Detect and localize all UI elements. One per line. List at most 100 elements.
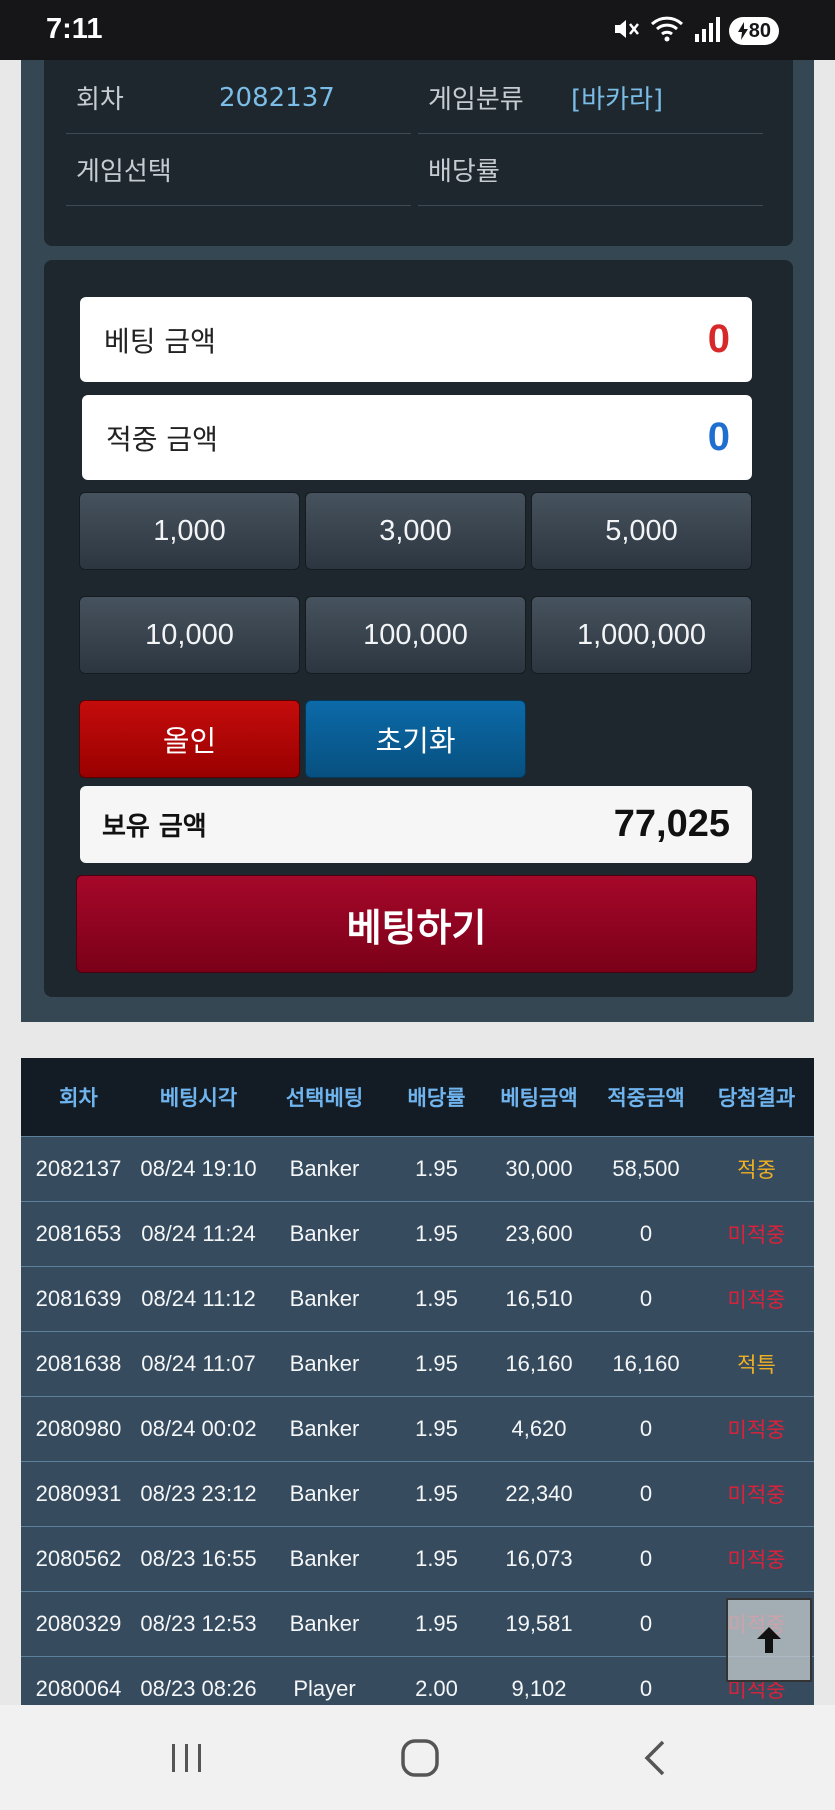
bet-amount-value: 0: [707, 317, 730, 361]
column-header: 베팅금액: [500, 1086, 578, 1110]
table-cell: 58,500: [612, 1156, 680, 1181]
table-cell: Banker: [289, 1546, 360, 1571]
table-cell: 1.95: [415, 1286, 458, 1311]
table-cell: 0: [639, 1286, 653, 1311]
table-cell: 미적중: [727, 1548, 786, 1572]
table-cell: 2.00: [415, 1676, 458, 1701]
round-label: 회차: [76, 85, 124, 115]
column-header: 배당률: [407, 1086, 466, 1110]
table-cell: 1.95: [415, 1611, 458, 1636]
table-cell: 1.95: [415, 1221, 458, 1246]
table-cell: 08/24 19:10: [140, 1156, 257, 1181]
table-cell: 08/23 08:26: [140, 1676, 257, 1701]
category-row: 게임분류 [바카라]: [418, 62, 763, 134]
chip-3000-button[interactable]: 3,000: [305, 492, 526, 570]
table-cell: 9,102: [511, 1676, 567, 1701]
table-cell: 1.95: [415, 1546, 458, 1571]
table-row: 2080562 08/23 16:55 Banker 1.95 16,073 0 미적중: [21, 1526, 814, 1591]
table-cell: 08/23 16:55: [140, 1546, 257, 1571]
round-value: 2082137: [219, 82, 335, 113]
status-bar: 7:11 80: [0, 0, 835, 60]
recent-apps-button[interactable]: [162, 1733, 212, 1783]
table-cell: 0: [639, 1481, 653, 1506]
table-header: 회차 베팅시각 선택베팅 배당률 베팅금액 적중금액 당첨결과: [21, 1058, 814, 1136]
chip-100000-button[interactable]: 100,000: [305, 596, 526, 674]
table-cell: 적중: [737, 1158, 776, 1182]
holding-amount-box: 보유 금액 77,025: [80, 786, 752, 863]
table-cell: 2080980: [35, 1416, 122, 1441]
system-nav-bar: [0, 1705, 835, 1810]
table-cell: 미적중: [727, 1483, 786, 1507]
odds-label: 배당률: [428, 157, 500, 187]
table-cell: 22,340: [505, 1481, 573, 1506]
table-cell: 2080931: [35, 1481, 122, 1506]
selection-label: 게임선택: [76, 157, 172, 187]
battery-level: 80: [748, 19, 771, 42]
table-cell: 1.95: [415, 1481, 458, 1506]
table-cell: 적특: [737, 1353, 776, 1377]
round-row: 회차 2082137: [66, 62, 411, 134]
table-cell: 08/24 00:02: [140, 1416, 257, 1441]
status-icons: 80: [611, 15, 779, 47]
table-cell: 0: [639, 1416, 653, 1441]
table-row: 2080931 08/23 23:12 Banker 1.95 22,340 0 미적중: [21, 1461, 814, 1526]
holding-label: 보유 금액: [102, 812, 207, 842]
table-cell: 19,581: [505, 1611, 573, 1636]
table-cell: 2080562: [35, 1546, 122, 1571]
column-header: 베팅시각: [159, 1086, 238, 1110]
table-cell: 2082137: [35, 1156, 122, 1181]
selection-row: 게임선택: [66, 134, 411, 206]
table-cell: Banker: [289, 1611, 360, 1636]
table-row: 2081653 08/24 11:24 Banker 1.95 23,600 0 미적중: [21, 1201, 814, 1266]
win-amount-box: 적중 금액 0: [82, 395, 752, 480]
win-amount-label: 적중 금액: [106, 422, 218, 456]
table-row: 2080064 08/23 08:26 Player 2.00 9,102 0 미적중: [21, 1656, 814, 1705]
home-button[interactable]: [395, 1733, 445, 1783]
table-row: 208032908/23 12:53Banker1.9519,5810미적중: [21, 1591, 814, 1656]
table-cell: Banker: [289, 1156, 360, 1181]
arrow-up-icon: [757, 1627, 781, 1653]
win-amount-value: 0: [707, 415, 730, 459]
table-body: 2082137 08/24 19:10 Banker 1.95 30,000 58,500…: [21, 1136, 814, 1705]
table-cell: 2081639: [35, 1286, 122, 1311]
bet-history-table: 회차 베팅시각 선택베팅 배당률 베팅금액 적중금액 당첨결과 2082137 08/24 1…: [21, 1058, 814, 1705]
table-cell: 08/23 12:53: [140, 1611, 257, 1636]
odds-row: 배당률: [418, 134, 763, 206]
chip-5000-button[interactable]: 5,000: [531, 492, 752, 570]
table-row: 2081639 08/24 11:12 Banker 1.95 16,510 0 미적중: [21, 1266, 814, 1331]
category-value: [바카라]: [571, 85, 664, 115]
table-cell: 16,510: [505, 1286, 573, 1311]
game-info-panel: 회차 2082137 게임분류 [바카라] 게임선택 배당률: [44, 60, 793, 246]
table-cell: 0: [639, 1676, 653, 1701]
table-cell: 16,160: [505, 1351, 573, 1376]
bet-amount-label: 베팅 금액: [104, 324, 216, 358]
scroll-top-button[interactable]: [726, 1598, 812, 1682]
status-time: 7:11: [46, 13, 103, 45]
table-cell: 08/23 23:12: [140, 1481, 257, 1506]
table-cell: 08/24 11:24: [141, 1221, 256, 1246]
table-row: 2080980 08/24 00:02 Banker 1.95 4,620 0 미적중: [21, 1396, 814, 1461]
back-button[interactable]: [630, 1733, 680, 1783]
table-cell: 미적중: [727, 1418, 786, 1442]
all-in-button[interactable]: 올인: [79, 700, 300, 778]
table-cell: 16,160: [612, 1351, 680, 1376]
category-label: 게임분류: [428, 85, 524, 115]
column-header: 선택베팅: [285, 1086, 364, 1110]
chip-1000000-button[interactable]: 1,000,000: [531, 596, 752, 674]
reset-button[interactable]: 초기화: [305, 700, 526, 778]
bet-amount-box: 베팅 금액 0: [80, 297, 752, 382]
table-cell: 08/24 11:12: [141, 1286, 256, 1311]
chip-1000-button[interactable]: 1,000: [79, 492, 300, 570]
table-cell: 2081653: [35, 1221, 122, 1246]
table-row: 2082137 08/24 19:10 Banker 1.95 30,000 58,500…: [21, 1136, 814, 1201]
table-cell: Player: [293, 1676, 356, 1701]
table-cell: 4,620: [511, 1416, 567, 1441]
table-cell: Banker: [289, 1221, 360, 1246]
table-cell: 16,073: [505, 1546, 573, 1571]
table-cell: 2081638: [35, 1351, 122, 1376]
table-cell: 미적중: [727, 1223, 786, 1247]
recent-apps-icon: [172, 1744, 201, 1772]
column-header: 회차: [59, 1086, 98, 1110]
chip-10000-button[interactable]: 10,000: [79, 596, 300, 674]
place-bet-button[interactable]: 베팅하기: [76, 875, 757, 973]
